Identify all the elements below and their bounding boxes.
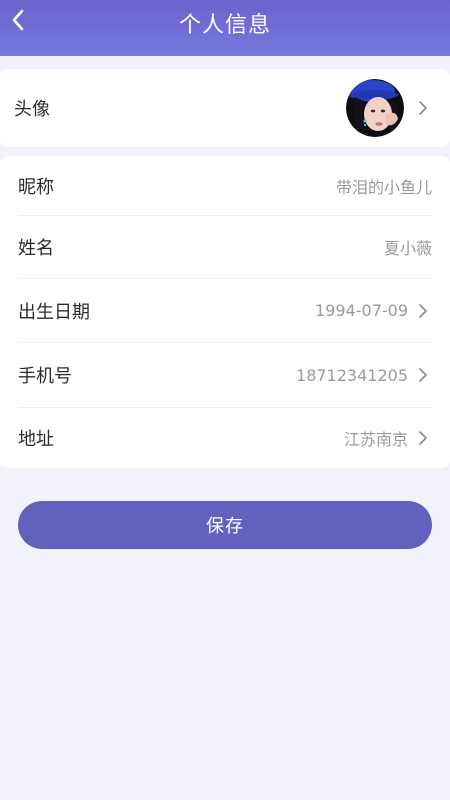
chevron-right-icon	[418, 302, 432, 320]
name-value: 夏小薇	[383, 239, 432, 258]
avatar-image	[346, 79, 404, 137]
info-row-nickname[interactable]: 昵称 带泪的小鱼儿	[18, 156, 432, 216]
nickname-label: 昵称	[18, 177, 54, 198]
info-card: 昵称 带泪的小鱼儿 姓名 夏小薇 出生日期 1994-07-09 手机号 187…	[0, 156, 450, 468]
birthdate-right: 1994-07-09	[315, 301, 432, 320]
address-value: 江苏南京	[343, 430, 408, 449]
chevron-left-icon	[12, 9, 24, 31]
chevron-right-icon	[418, 429, 432, 447]
address-label: 地址	[18, 429, 54, 450]
chevron-right-icon	[418, 366, 432, 384]
phone-value: 18712341205	[296, 365, 408, 385]
top-header: 个人信息	[0, 0, 450, 56]
profile-page: 个人信息 头像 昵称 带泪的小鱼儿 姓名 夏小薇 出生日期 1994-07-09…	[0, 0, 450, 800]
back-button[interactable]	[6, 8, 30, 32]
nickname-value: 带泪的小鱼儿	[335, 178, 432, 197]
info-row-address[interactable]: 地址 江苏南京	[18, 408, 432, 468]
phone-label: 手机号	[18, 366, 72, 387]
avatar-row[interactable]: 头像	[14, 69, 432, 147]
save-button[interactable]: 保存	[18, 501, 432, 549]
avatar-label: 头像	[14, 99, 50, 120]
address-right: 江苏南京	[344, 426, 432, 450]
name-right: 夏小薇	[384, 235, 432, 259]
chevron-right-icon	[418, 99, 432, 117]
name-label: 姓名	[18, 238, 54, 259]
info-row-name[interactable]: 姓名 夏小薇	[18, 216, 432, 278]
info-row-phone[interactable]: 手机号 18712341205	[18, 343, 432, 407]
birthdate-value: 1994-07-09	[315, 301, 408, 320]
nickname-right: 带泪的小鱼儿	[336, 174, 432, 198]
birthdate-label: 出生日期	[18, 301, 90, 323]
phone-right: 18712341205	[296, 366, 432, 385]
avatar[interactable]	[346, 79, 404, 137]
avatar-right	[346, 79, 432, 137]
avatar-card: 头像	[0, 69, 450, 147]
info-row-birthdate[interactable]: 出生日期 1994-07-09	[18, 279, 432, 342]
page-title: 个人信息	[178, 13, 271, 38]
